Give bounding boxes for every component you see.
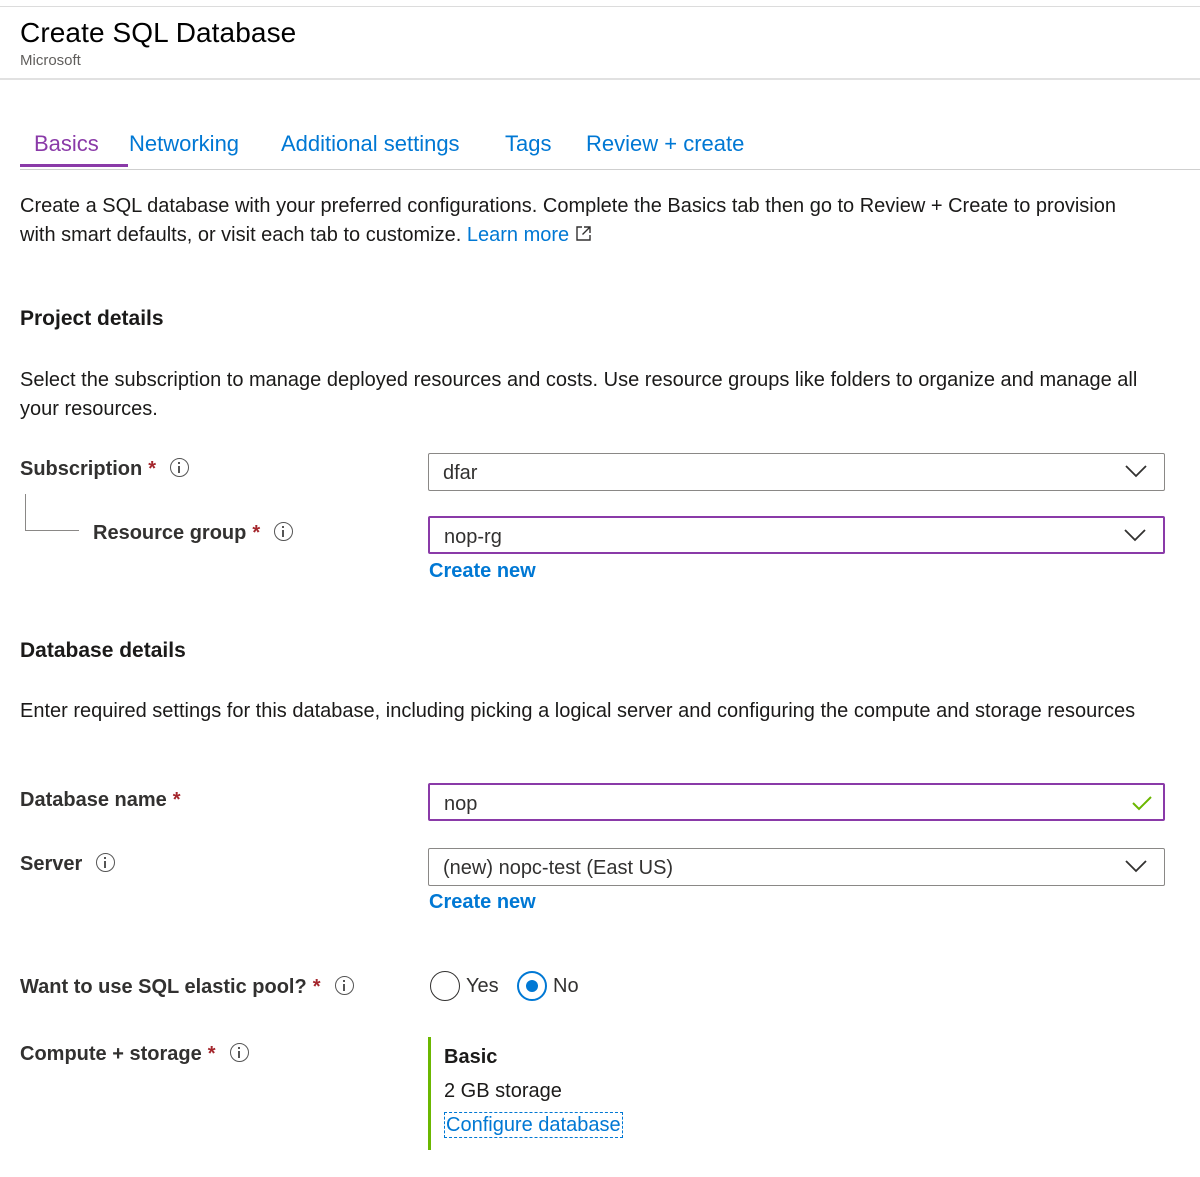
elastic-pool-label: Want to use SQL elastic pool? * bbox=[20, 974, 354, 1000]
subscription-value: dfar bbox=[443, 462, 478, 484]
server-label: Server bbox=[20, 851, 116, 877]
radio-button-no[interactable] bbox=[517, 971, 547, 1001]
radio-label-no: No bbox=[553, 974, 579, 997]
configure-database-link[interactable]: Configure database bbox=[444, 1112, 623, 1138]
learn-more-link[interactable]: Learn more bbox=[467, 224, 592, 246]
resource-group-dropdown[interactable]: nop-rg bbox=[428, 516, 1165, 554]
radio-label-yes: Yes bbox=[466, 974, 499, 997]
required-asterisk: * bbox=[172, 789, 181, 811]
tab-additional-settings[interactable]: Additional settings bbox=[281, 130, 460, 158]
create-new-server-link[interactable]: Create new bbox=[429, 891, 536, 914]
resource-group-label: Resource group * bbox=[93, 520, 294, 546]
service-tier: Basic bbox=[444, 1046, 498, 1068]
compute-storage-summary: Basic 2 GB storage Configure database bbox=[428, 1037, 728, 1150]
project-description: Select the subscription to manage deploy… bbox=[20, 369, 1138, 420]
elastic-pool-no-option[interactable]: No bbox=[517, 970, 579, 1002]
required-asterisk: * bbox=[207, 1043, 216, 1065]
radio-button-yes[interactable] bbox=[430, 971, 460, 1001]
info-icon[interactable] bbox=[96, 853, 116, 872]
database-details-heading: Database details bbox=[20, 639, 186, 662]
chevron-down-icon bbox=[1125, 860, 1147, 873]
header-divider bbox=[0, 78, 1200, 80]
server-value: (new) nopc-test (East US) bbox=[443, 857, 674, 879]
info-icon[interactable] bbox=[170, 458, 190, 477]
database-description: Enter required settings for this databas… bbox=[20, 700, 1136, 722]
project-details-heading: Project details bbox=[20, 307, 164, 330]
required-asterisk: * bbox=[312, 976, 321, 998]
info-icon[interactable] bbox=[334, 976, 354, 995]
tab-networking[interactable]: Networking bbox=[129, 130, 239, 158]
active-tab-indicator bbox=[20, 164, 128, 167]
hierarchy-connector bbox=[25, 494, 79, 531]
create-new-resource-group-link[interactable]: Create new bbox=[429, 560, 536, 583]
blade-header: Create SQL Database Microsoft bbox=[20, 14, 296, 70]
server-dropdown[interactable]: (new) nopc-test (East US) bbox=[428, 848, 1165, 886]
subscription-label: Subscription * bbox=[20, 456, 190, 482]
subscription-dropdown[interactable]: dfar bbox=[428, 453, 1165, 491]
chevron-down-icon bbox=[1125, 465, 1147, 478]
tab-tags[interactable]: Tags bbox=[505, 130, 551, 158]
tab-basics[interactable]: Basics bbox=[34, 130, 99, 158]
database-name-value: nop bbox=[444, 793, 478, 815]
top-divider bbox=[0, 6, 1200, 7]
page-title: Create SQL Database bbox=[20, 17, 297, 48]
checkmark-icon bbox=[1132, 796, 1152, 811]
resource-group-value: nop-rg bbox=[444, 526, 502, 548]
external-link-icon bbox=[576, 226, 591, 241]
required-asterisk: * bbox=[252, 522, 261, 544]
elastic-pool-yes-option[interactable]: Yes bbox=[430, 970, 499, 1002]
database-name-input[interactable]: nop bbox=[428, 783, 1165, 821]
compute-storage-label: Compute + storage * bbox=[20, 1041, 249, 1067]
required-asterisk: * bbox=[148, 458, 157, 480]
info-icon[interactable] bbox=[274, 522, 294, 541]
storage-size: 2 GB storage bbox=[444, 1080, 562, 1102]
publisher-label: Microsoft bbox=[20, 52, 81, 69]
chevron-down-icon bbox=[1124, 529, 1146, 542]
database-name-label: Database name * bbox=[20, 789, 181, 811]
tab-review-create[interactable]: Review + create bbox=[586, 130, 744, 158]
info-icon[interactable] bbox=[229, 1043, 249, 1062]
intro-text: Create a SQL database with your preferre… bbox=[20, 192, 1140, 250]
tab-bar: Basics Networking Additional settings Ta… bbox=[20, 126, 1200, 170]
